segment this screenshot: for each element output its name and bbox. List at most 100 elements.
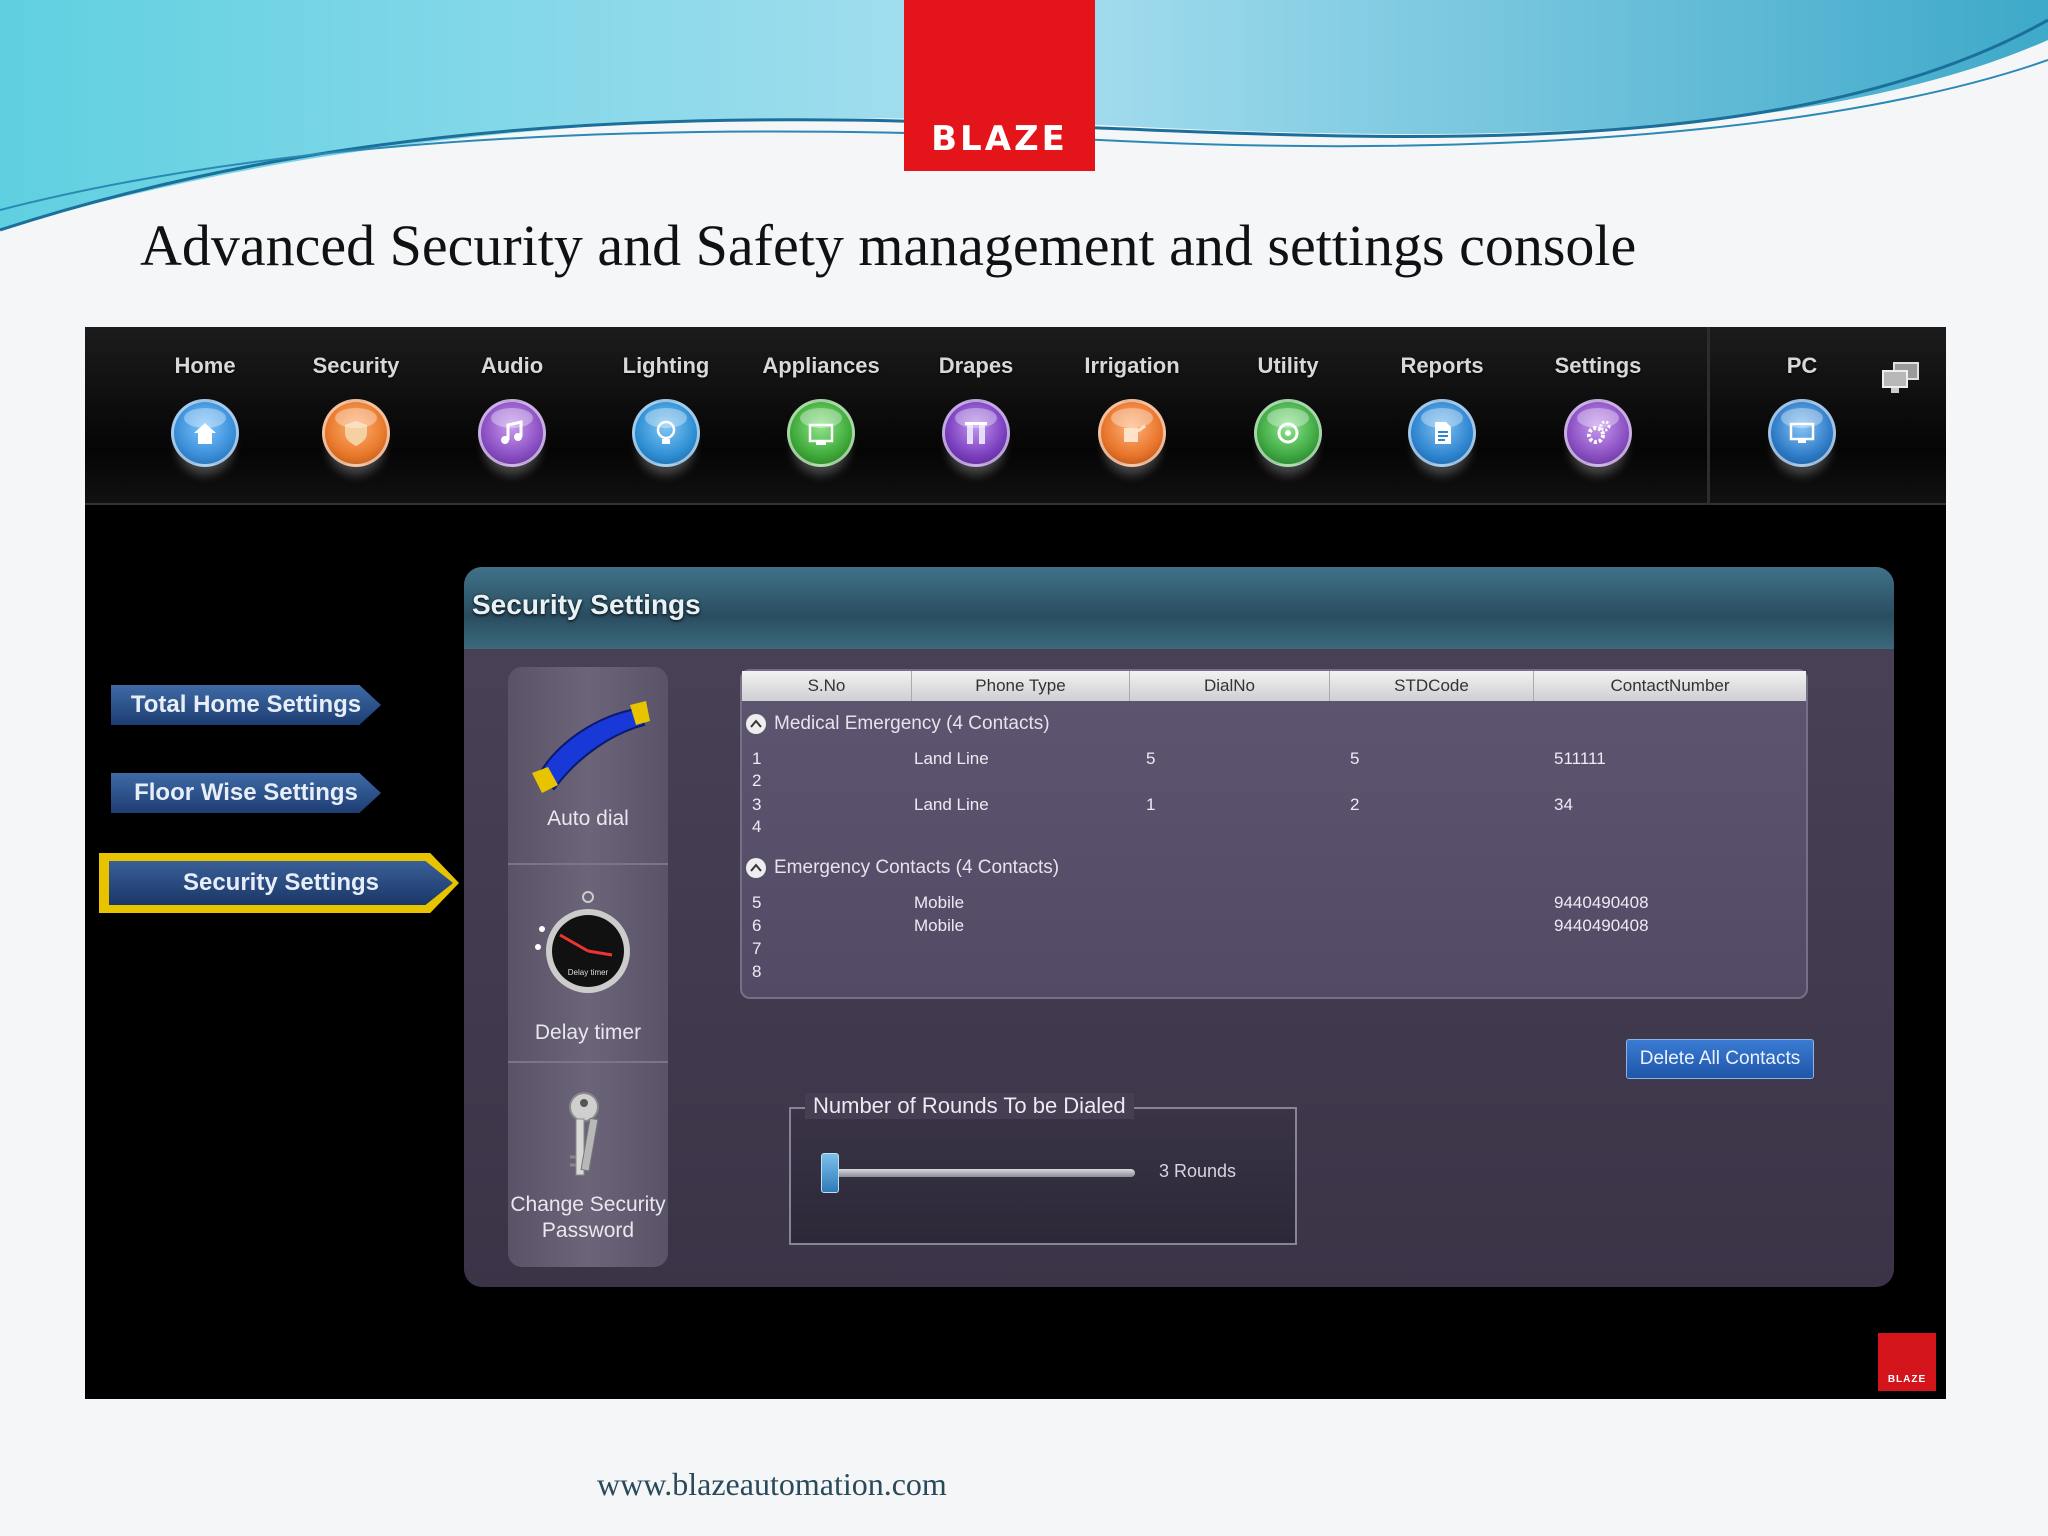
rounds-value: 3 Rounds — [1159, 1161, 1237, 1181]
music-note-icon — [478, 399, 546, 467]
tool-label: Change Security — [510, 1193, 666, 1216]
cell-phone-type: Mobile — [914, 916, 965, 935]
collapse-icon[interactable] — [746, 858, 766, 878]
cell-stdcode: 5 — [1350, 749, 1360, 768]
nav-label: Home — [174, 353, 236, 378]
cell-stdcode: 2 — [1350, 795, 1360, 814]
nav-drapes[interactable]: Drapes — [911, 353, 1041, 467]
column-header-sno[interactable]: S.No — [742, 671, 912, 701]
bulb-icon — [632, 399, 700, 467]
nav-pc[interactable]: PC — [1737, 353, 1867, 467]
report-icon — [1408, 399, 1476, 467]
delete-all-contacts-button[interactable]: Delete All Contacts — [1626, 1039, 1814, 1079]
column-header-stdcode[interactable]: STDCode — [1330, 671, 1534, 701]
contacts-table: S.No Phone Type DialNo STDCode ContactNu… — [740, 669, 1808, 999]
sidebar-item-floor-wise-settings[interactable]: Floor Wise Settings — [111, 773, 381, 813]
top-navigation: Home Security Audio Lighting Appliances — [85, 327, 1946, 505]
footer-url[interactable]: www.blazeautomation.com — [597, 1466, 947, 1503]
nav-divider — [1707, 327, 1710, 505]
slide-title: Advanced Security and Safety management … — [140, 213, 1637, 278]
group-title: Medical Emergency (4 Contacts) — [774, 713, 1050, 734]
group-header-emergency-contacts[interactable]: Emergency Contacts (4 Contacts) — [746, 857, 1059, 879]
nav-irrigation[interactable]: Irrigation — [1067, 353, 1197, 467]
cell-contact-number: 9440490408 — [1554, 916, 1649, 935]
gear-icon — [1564, 399, 1632, 467]
tool-label: Password — [541, 1219, 635, 1242]
multi-monitor-icon[interactable] — [1880, 361, 1922, 397]
cell-contact-number: 511111 — [1554, 749, 1606, 768]
cell-contact-number: 9440490408 — [1554, 893, 1649, 912]
group-header-medical-emergency[interactable]: Medical Emergency (4 Contacts) — [746, 713, 1050, 735]
sidebar-item-total-home-settings[interactable]: Total Home Settings — [111, 685, 381, 725]
nav-settings[interactable]: Settings — [1533, 353, 1663, 467]
nav-utility[interactable]: Utility — [1223, 353, 1353, 467]
brand-logo: BLAZE — [904, 0, 1095, 171]
delay-timer-button[interactable]: Delay timer Delay timer — [508, 867, 668, 1063]
cell-sno: 1 — [752, 749, 762, 768]
app-corner-logo: BLAZE — [1878, 1333, 1936, 1391]
cell-contact-number: 34 — [1554, 795, 1573, 814]
watering-can-icon — [1098, 399, 1166, 467]
cell-sno: 7 — [752, 939, 762, 958]
nav-audio[interactable]: Audio — [447, 353, 577, 467]
cell-sno: 6 — [752, 916, 762, 935]
nav-appliances[interactable]: Appliances — [756, 353, 886, 467]
monitor-icon — [1768, 399, 1836, 467]
collapse-icon[interactable] — [746, 714, 766, 734]
nav-lighting[interactable]: Lighting — [601, 353, 731, 467]
nav-label: Audio — [480, 353, 544, 378]
security-settings-panel: Security Settings Auto dial Delay timer — [464, 567, 1894, 1287]
nav-label: Lighting — [622, 353, 710, 378]
home-icon — [171, 399, 239, 467]
rounds-legend: Number of Rounds To be Dialed — [805, 1093, 1134, 1119]
rounds-slider[interactable] — [821, 1153, 1135, 1193]
tool-label: Delay timer — [534, 1021, 642, 1044]
nav-label: Drapes — [938, 353, 1014, 378]
table-header: S.No Phone Type DialNo STDCode ContactNu… — [742, 671, 1806, 701]
drapes-icon — [942, 399, 1010, 467]
nav-label: Utility — [1257, 353, 1319, 378]
cell-dialno: 1 — [1146, 795, 1156, 814]
auto-dial-button[interactable]: Auto dial — [508, 667, 668, 865]
sidebar-item-security-settings[interactable]: Security Settings — [109, 861, 453, 905]
stopwatch-icon: Delay timer — [535, 891, 630, 993]
stopwatch-dial-text: Delay timer — [568, 968, 609, 977]
keys-icon — [569, 1092, 599, 1176]
sidebar-item-label: Floor Wise Settings — [134, 779, 358, 806]
shield-icon — [322, 399, 390, 467]
nav-security[interactable]: Security — [291, 353, 421, 467]
column-header-phone-type[interactable]: Phone Type — [912, 671, 1130, 701]
nav-reports[interactable]: Reports — [1377, 353, 1507, 467]
cell-phone-type: Land Line — [914, 795, 989, 814]
tool-column: Auto dial Delay timer Delay timer Change… — [508, 667, 668, 1267]
cell-phone-type: Mobile — [914, 893, 965, 912]
nav-label: Security — [312, 353, 400, 378]
nav-label: Irrigation — [1084, 353, 1180, 378]
nav-home[interactable]: Home — [140, 353, 270, 467]
app-window: Home Security Audio Lighting Appliances — [85, 327, 1946, 1399]
tv-icon — [787, 399, 855, 467]
change-security-password-button[interactable]: Change Security Password — [508, 1065, 668, 1265]
panel-title: Security Settings — [472, 589, 701, 620]
group-title: Emergency Contacts (4 Contacts) — [774, 857, 1060, 878]
cell-sno: 8 — [752, 962, 762, 981]
rounds-slider-thumb[interactable] — [821, 1153, 840, 1193]
cell-sno: 4 — [752, 817, 762, 836]
cell-sno: 2 — [752, 771, 762, 790]
cell-phone-type: Land Line — [914, 749, 989, 768]
nav-label: PC — [1786, 353, 1818, 378]
utility-icon — [1254, 399, 1322, 467]
cell-sno: 5 — [752, 893, 762, 912]
rounds-groupbox: Number of Rounds To be Dialed 3 Rounds — [789, 1093, 1297, 1245]
nav-label: Appliances — [762, 353, 880, 378]
tool-label: Auto dial — [547, 807, 629, 830]
column-header-dialno[interactable]: DialNo — [1130, 671, 1330, 701]
nav-label: Reports — [1400, 353, 1484, 378]
cell-dialno: 5 — [1146, 749, 1156, 768]
nav-label: Settings — [1554, 353, 1642, 378]
cell-sno: 3 — [752, 795, 762, 814]
sidebar-item-label: Total Home Settings — [130, 691, 362, 718]
column-header-contact-number[interactable]: ContactNumber — [1534, 671, 1806, 701]
sidebar-item-label: Security Settings — [182, 869, 380, 896]
panel-header: Security Settings — [464, 567, 1894, 649]
